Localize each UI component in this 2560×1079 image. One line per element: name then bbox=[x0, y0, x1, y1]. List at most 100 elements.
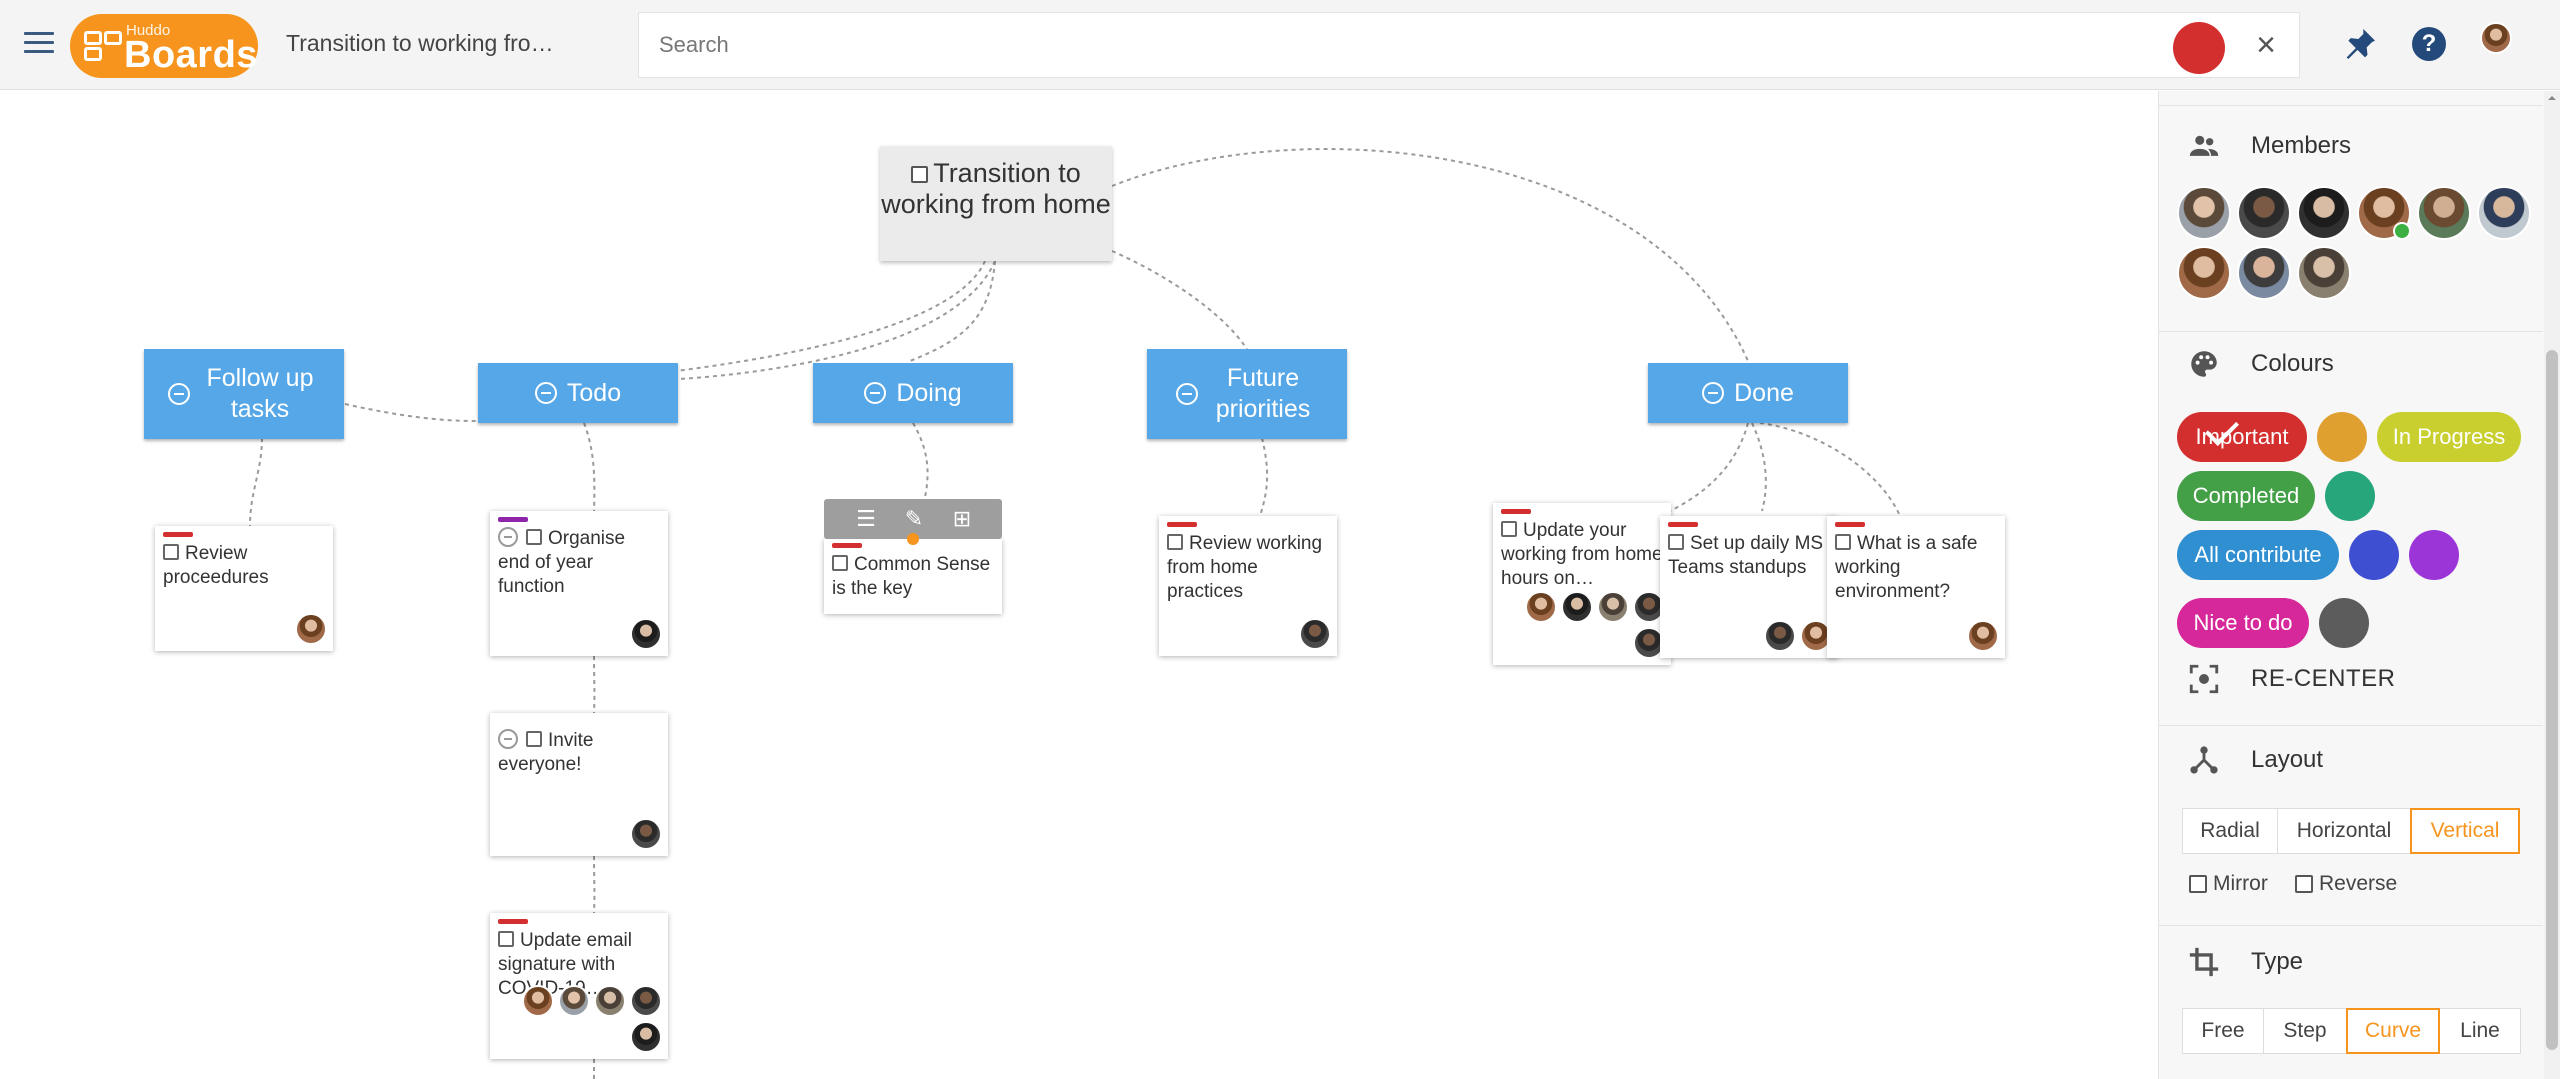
collapse-icon[interactable] bbox=[498, 527, 518, 547]
member-avatar[interactable] bbox=[2177, 186, 2231, 240]
huddo-boards-logo[interactable]: Huddo Boards bbox=[70, 14, 258, 78]
column-done[interactable]: Done bbox=[1648, 363, 1848, 423]
column-todo[interactable]: Todo bbox=[478, 363, 678, 423]
panel-scrollbar-thumb[interactable] bbox=[2546, 350, 2558, 1050]
colour-important[interactable]: Important bbox=[2177, 412, 2307, 462]
member-avatar[interactable] bbox=[2417, 186, 2471, 240]
colour-completed[interactable]: Completed bbox=[2177, 471, 2315, 521]
mirror-checkbox[interactable] bbox=[2189, 875, 2207, 893]
card-checkbox[interactable] bbox=[498, 931, 514, 947]
reverse-option[interactable]: Reverse bbox=[2295, 872, 2397, 896]
card-update-email-signature[interactable]: Update email signature with COVID-19… bbox=[490, 913, 668, 1059]
avatar[interactable] bbox=[594, 985, 626, 1017]
card-checkbox[interactable] bbox=[832, 555, 848, 571]
type-curve[interactable]: Curve bbox=[2346, 1008, 2440, 1054]
colour-in-progress[interactable]: In Progress bbox=[2377, 412, 2521, 462]
colour-purple[interactable] bbox=[2409, 530, 2459, 580]
card-safe-working-environment[interactable]: What is a safe working environment? bbox=[1827, 516, 2005, 658]
layout-vertical[interactable]: Vertical bbox=[2410, 808, 2520, 854]
avatar[interactable] bbox=[630, 1021, 662, 1053]
mindmap-canvas[interactable]: Transition to working from home Follow u… bbox=[0, 91, 2158, 1079]
type-step[interactable]: Step bbox=[2263, 1008, 2347, 1054]
recenter-section[interactable]: RE-CENTER bbox=[2159, 659, 2543, 715]
member-avatar[interactable] bbox=[2297, 246, 2351, 300]
colour-all-contribute[interactable]: All contribute bbox=[2177, 530, 2339, 580]
menu-icon[interactable] bbox=[24, 32, 54, 56]
colour-orange[interactable] bbox=[2317, 412, 2367, 462]
reverse-checkbox[interactable] bbox=[2295, 875, 2313, 893]
collapse-icon[interactable] bbox=[1702, 382, 1725, 404]
avatar[interactable] bbox=[522, 985, 554, 1017]
avatar[interactable] bbox=[630, 818, 662, 850]
card-checkbox[interactable] bbox=[526, 529, 542, 545]
colour-teal[interactable] bbox=[2325, 471, 2375, 521]
member-avatar[interactable] bbox=[2357, 186, 2411, 240]
column-follow-up-tasks[interactable]: Follow up tasks bbox=[144, 349, 344, 439]
board-title[interactable]: Transition to working fro… bbox=[286, 30, 554, 57]
colour-grey[interactable] bbox=[2319, 598, 2369, 648]
colour-blue[interactable] bbox=[2349, 530, 2399, 580]
member-avatar[interactable] bbox=[2297, 186, 2351, 240]
card-checkbox[interactable] bbox=[1668, 534, 1684, 550]
colour-tag bbox=[498, 919, 528, 924]
collapse-icon[interactable] bbox=[864, 382, 887, 404]
root-checkbox[interactable] bbox=[911, 166, 929, 183]
card-members bbox=[1764, 620, 1832, 652]
close-icon[interactable]: × bbox=[2251, 27, 2281, 63]
collapse-icon[interactable] bbox=[168, 383, 190, 405]
member-avatar[interactable] bbox=[2477, 186, 2531, 240]
user-avatar[interactable] bbox=[2480, 22, 2512, 54]
colour-list: Important In Progress Completed All cont… bbox=[2177, 412, 2537, 580]
avatar[interactable] bbox=[1561, 591, 1593, 623]
avatar[interactable] bbox=[1967, 620, 1999, 652]
help-icon[interactable]: ? bbox=[2412, 27, 2446, 61]
avatar[interactable] bbox=[1764, 620, 1796, 652]
card-review-proceedures[interactable]: Review proceedures bbox=[155, 526, 333, 651]
avatar[interactable] bbox=[1299, 618, 1331, 650]
layout-section: Layout Radial Horizontal Vertical Mirror… bbox=[2159, 725, 2543, 917]
mirror-option[interactable]: Mirror bbox=[2189, 872, 2268, 896]
add-card-icon[interactable]: ⊞ bbox=[948, 505, 976, 533]
card-checkbox[interactable] bbox=[526, 731, 542, 747]
link-handle[interactable] bbox=[907, 533, 919, 545]
collapse-icon[interactable] bbox=[534, 382, 557, 404]
card-invite-everyone[interactable]: Invite everyone! bbox=[490, 713, 668, 856]
card-organise-end-of-year[interactable]: Organise end of year function bbox=[490, 511, 668, 656]
member-avatar[interactable] bbox=[2237, 186, 2291, 240]
card-review-wfh-practices[interactable]: Review working from home practices bbox=[1159, 516, 1337, 656]
card-checkbox[interactable] bbox=[163, 544, 179, 560]
record-button[interactable] bbox=[2173, 22, 2225, 74]
layout-radial[interactable]: Radial bbox=[2182, 808, 2278, 854]
pencil-icon[interactable]: ✎ bbox=[900, 505, 928, 533]
card-update-wfh-hours[interactable]: Update your working from home hours on… bbox=[1493, 503, 1671, 665]
search-input[interactable] bbox=[659, 13, 2159, 77]
member-avatar[interactable] bbox=[2237, 246, 2291, 300]
collapse-icon[interactable] bbox=[498, 729, 518, 749]
card-checkbox[interactable] bbox=[1835, 534, 1851, 550]
card-checkbox[interactable] bbox=[1167, 534, 1183, 550]
card-ms-teams-standups[interactable]: Set up daily MS Teams standups bbox=[1660, 516, 1838, 658]
avatar[interactable] bbox=[1525, 591, 1557, 623]
column-doing[interactable]: Doing bbox=[813, 363, 1013, 423]
add-list-icon[interactable]: ☰ bbox=[852, 505, 880, 533]
scroll-up-icon[interactable] bbox=[2546, 92, 2558, 104]
column-future-priorities[interactable]: Future priorities bbox=[1147, 349, 1347, 439]
avatar[interactable] bbox=[1597, 591, 1629, 623]
member-avatar[interactable] bbox=[2177, 246, 2231, 300]
avatar[interactable] bbox=[558, 985, 590, 1017]
avatar[interactable] bbox=[630, 985, 662, 1017]
avatar[interactable] bbox=[295, 613, 327, 645]
type-line[interactable]: Line bbox=[2439, 1008, 2521, 1054]
recenter-button[interactable]: RE-CENTER bbox=[2187, 659, 2527, 699]
type-free[interactable]: Free bbox=[2182, 1008, 2264, 1054]
pin-icon[interactable] bbox=[2340, 24, 2380, 64]
card-members bbox=[630, 618, 662, 650]
card-checkbox[interactable] bbox=[1501, 521, 1517, 537]
colour-nice-to-do[interactable]: Nice to do bbox=[2177, 598, 2309, 648]
avatar[interactable] bbox=[630, 618, 662, 650]
column-label: Future priorities bbox=[1215, 364, 1311, 423]
layout-horizontal[interactable]: Horizontal bbox=[2277, 808, 2411, 854]
collapse-icon[interactable] bbox=[1176, 383, 1198, 405]
root-node[interactable]: Transition to working from home bbox=[880, 146, 1112, 261]
card-common-sense[interactable]: Common Sense is the key bbox=[824, 539, 1002, 614]
